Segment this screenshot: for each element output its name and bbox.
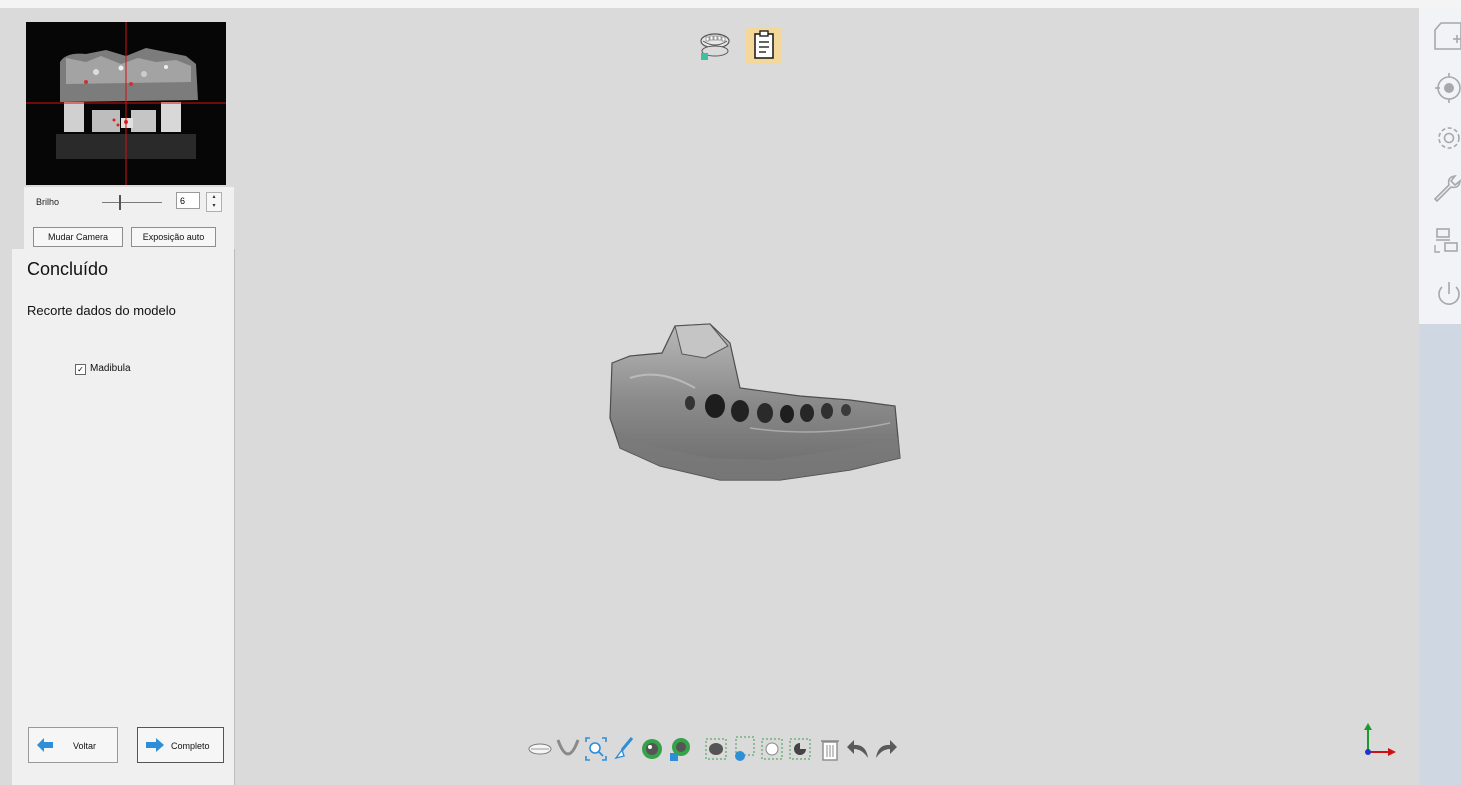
bottom-toolbar xyxy=(528,734,908,766)
mandible-checkbox[interactable]: ✓ xyxy=(75,364,86,375)
power-icon[interactable] xyxy=(1431,280,1461,310)
deselect-lasso-icon[interactable] xyxy=(668,734,692,764)
dental-arch-scan-icon[interactable] xyxy=(697,28,733,64)
camera-preview xyxy=(26,22,226,185)
slider-track xyxy=(102,202,162,203)
deselect-area-icon[interactable] xyxy=(732,734,756,764)
new-file-icon[interactable] xyxy=(1431,21,1461,51)
workflow-panel: Concluído Recorte dados do modelo ✓ Madi… xyxy=(12,249,235,785)
brightness-value-input[interactable]: 6 xyxy=(176,192,200,209)
lower-arch-icon[interactable] xyxy=(556,734,580,764)
complete-button[interactable]: Completo xyxy=(137,727,224,763)
arrow-right-icon xyxy=(146,738,164,752)
brightness-label: Brilho xyxy=(36,197,60,207)
mandible-checkbox-label: Madibula xyxy=(90,363,131,374)
redo-icon[interactable] xyxy=(874,734,898,764)
select-region-icon[interactable] xyxy=(760,734,784,764)
select-area-icon[interactable] xyxy=(704,734,728,764)
brightness-slider[interactable] xyxy=(102,194,162,212)
complete-button-label: Completo xyxy=(171,741,210,751)
dental-model-3d[interactable] xyxy=(600,318,910,488)
select-lasso-icon[interactable] xyxy=(640,734,664,764)
back-button[interactable]: Voltar xyxy=(28,727,118,763)
target-icon[interactable] xyxy=(1431,73,1461,103)
step-title: Concluído xyxy=(27,259,109,279)
brush-icon[interactable] xyxy=(612,734,636,764)
settings-gear-icon[interactable] xyxy=(1431,123,1461,153)
delete-icon[interactable] xyxy=(818,734,842,764)
undo-icon[interactable] xyxy=(846,734,870,764)
dual-monitor-icon[interactable] xyxy=(1431,226,1461,256)
invert-region-icon[interactable] xyxy=(788,734,812,764)
back-button-label: Voltar xyxy=(73,741,97,751)
slider-thumb[interactable] xyxy=(119,195,121,210)
camera-controls: Brilho 6 ▴ ▾ Mudar Camera Exposição auto xyxy=(24,187,234,249)
wrench-icon[interactable] xyxy=(1431,173,1461,203)
axis-orientation-icon xyxy=(1358,720,1400,762)
clipboard-report-icon[interactable] xyxy=(746,28,782,64)
upper-arch-icon[interactable] xyxy=(528,734,552,764)
zoom-fit-icon[interactable] xyxy=(584,734,608,764)
brightness-spin-buttons[interactable]: ▴ ▾ xyxy=(206,192,222,212)
step-subtitle: Recorte dados do modelo xyxy=(27,303,176,318)
auto-exposure-button[interactable]: Exposição auto xyxy=(131,227,216,247)
switch-camera-button[interactable]: Mudar Camera xyxy=(33,227,123,247)
right-toolbar-panel xyxy=(1419,8,1461,324)
right-toolbar xyxy=(1419,8,1461,785)
arrow-left-icon xyxy=(37,738,53,752)
